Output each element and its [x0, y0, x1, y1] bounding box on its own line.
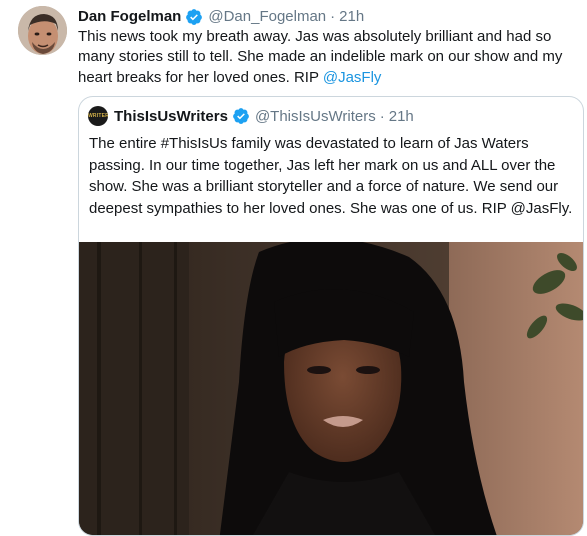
quoted-author-avatar[interactable]: WRITERS: [88, 106, 108, 126]
verified-badge-icon: [185, 8, 203, 26]
separator-dot: ·: [379, 107, 385, 125]
tweet-header: Dan Fogelman @Dan_Fogelman · 21h: [78, 6, 364, 28]
author-avatar[interactable]: [18, 6, 67, 55]
quoted-tweet-photo[interactable]: [79, 242, 583, 535]
quoted-author-handle[interactable]: @ThisIsUsWriters: [255, 108, 376, 125]
author-handle[interactable]: @Dan_Fogelman: [208, 6, 326, 28]
tweet-timestamp[interactable]: 21h: [339, 6, 364, 28]
tweet-body: This news took my breath away. Jas was a…: [78, 28, 563, 86]
tweet[interactable]: Dan Fogelman @Dan_Fogelman · 21h This ne…: [0, 0, 587, 536]
tweet-text: This news took my breath away. Jas was a…: [78, 27, 583, 88]
quoted-tweet-header: WRITERS ThisIsUsWriters @ThisIsUsWriters…: [88, 105, 414, 127]
quoted-tweet-text: The entire #ThisIsUs family was devastat…: [89, 135, 573, 217]
separator-dot: ·: [330, 8, 336, 25]
quoted-author-name[interactable]: ThisIsUsWriters: [114, 108, 228, 125]
quoted-tweet-timestamp[interactable]: 21h: [389, 108, 414, 125]
verified-badge-icon: [232, 107, 250, 125]
mention-link[interactable]: @JasFly: [323, 69, 382, 86]
quoted-avatar-logo-text: WRITERS: [88, 113, 108, 119]
author-name[interactable]: Dan Fogelman: [78, 6, 181, 28]
quoted-tweet[interactable]: WRITERS ThisIsUsWriters @ThisIsUsWriters…: [78, 96, 584, 536]
